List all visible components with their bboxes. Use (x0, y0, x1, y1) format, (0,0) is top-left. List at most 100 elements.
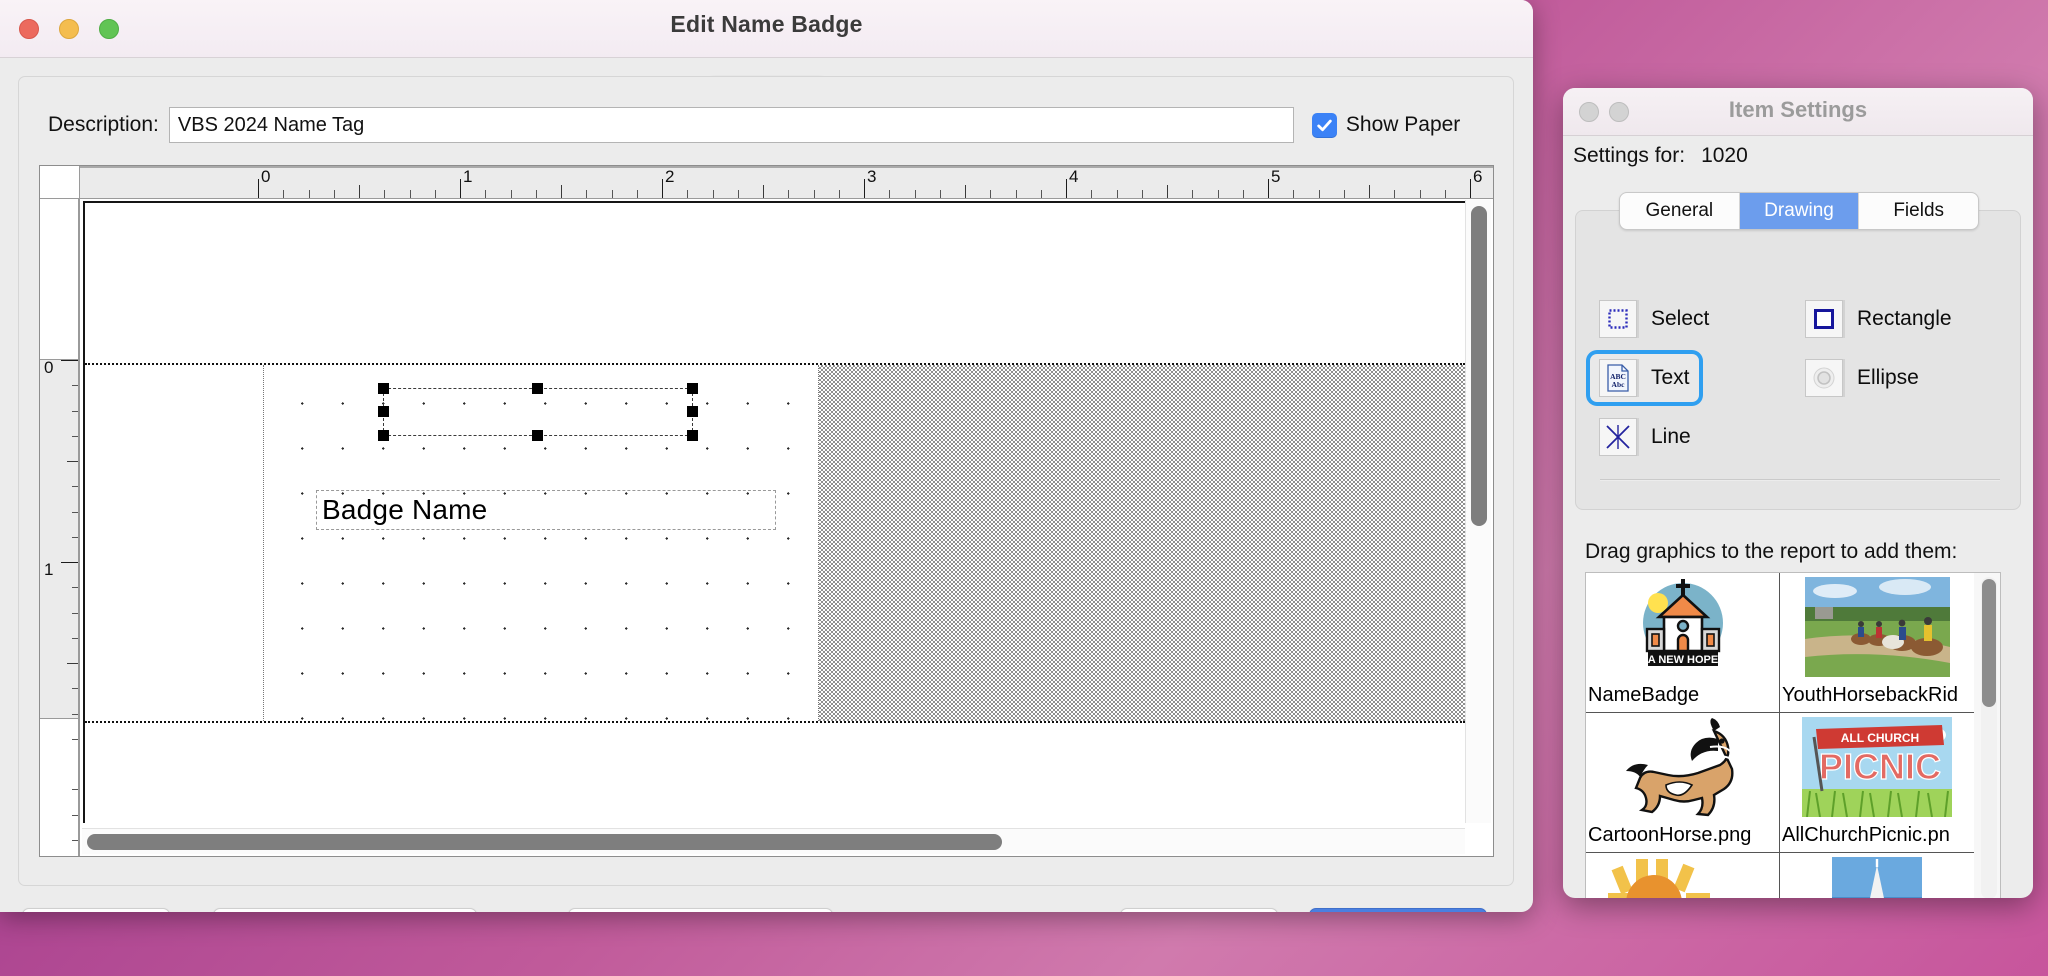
graphic-item[interactable] (1780, 853, 1974, 898)
ruler-tick (1041, 190, 1042, 198)
tool-select-label: Select (1651, 307, 1709, 331)
all-church-picnic-thumbnail: ALL CHURCH PICNIC (1780, 715, 1974, 819)
graphic-item[interactable]: YouthHorsebackRid (1780, 573, 1974, 713)
save-button[interactable]: Save (1309, 908, 1487, 912)
design-canvas[interactable]: 0123456 01 (39, 165, 1494, 857)
ruler-tick (1268, 179, 1269, 198)
graphic-item[interactable]: SUMMER (1586, 853, 1780, 898)
ruler-tick (72, 815, 80, 816)
ruler-tick (738, 190, 739, 198)
tool-line[interactable]: Line (1590, 413, 1700, 461)
canvas-vertical-scrollbar-thumb[interactable] (1471, 206, 1487, 526)
svg-text:PICNIC: PICNIC (1819, 746, 1941, 787)
ruler-label: 0 (44, 358, 53, 378)
selected-text-object[interactable] (383, 388, 693, 436)
settings-for-label: Settings for: (1573, 144, 1685, 167)
tool-select[interactable]: Select (1590, 295, 1718, 343)
content-panel: Description: Show Paper 0123456 01 (18, 76, 1514, 886)
ruler-tick (1243, 190, 1244, 198)
ruler-tick (1091, 190, 1092, 198)
badge-name-text-object[interactable]: Badge Name (316, 490, 776, 530)
tool-text[interactable]: ABC Abc Text (1590, 354, 1699, 402)
resize-handle-top-left[interactable] (378, 383, 389, 394)
ruler-tick (72, 411, 80, 412)
resize-handle-top-right[interactable] (687, 383, 698, 394)
show-paper-label: Show Paper (1346, 113, 1460, 137)
canvas-vertical-scrollbar[interactable] (1465, 200, 1491, 823)
ruler-tick (72, 486, 80, 487)
graphics-grid: A NEW HOPE NameBadge (1586, 573, 1974, 898)
ruler-tick (536, 190, 537, 198)
gallery-scrollbar-thumb[interactable] (1982, 579, 1996, 707)
resize-handle-middle-left[interactable] (378, 406, 389, 417)
resize-handle-top-center[interactable] (532, 383, 543, 394)
tab-drawing[interactable]: Drawing (1740, 193, 1860, 229)
gallery-scrollbar[interactable] (1981, 577, 1997, 898)
ruler-tick (511, 190, 512, 198)
tool-ellipse[interactable]: Ellipse (1796, 354, 1928, 402)
ruler-tick (1420, 190, 1421, 198)
ruler-tick (72, 688, 80, 689)
canvas-horizontal-scrollbar-thumb[interactable] (87, 834, 1002, 850)
resize-handle-middle-right[interactable] (687, 406, 698, 417)
paper-sheet: Badge Name (83, 201, 1465, 823)
cancel-button[interactable]: Cancel (1120, 908, 1278, 912)
revert-button[interactable]: Revert (22, 908, 170, 912)
tool-rectangle[interactable]: Rectangle (1796, 295, 1961, 343)
description-label: Description: (48, 113, 159, 137)
ruler-tick (460, 179, 461, 198)
show-paper-checkbox[interactable] (1312, 113, 1337, 138)
graphic-name: CartoonHorse.png (1588, 820, 1779, 850)
graphic-item[interactable]: CartoonHorse.png (1586, 713, 1780, 853)
label-cell[interactable]: Badge Name (263, 365, 819, 721)
ruler-tick (384, 190, 385, 198)
ruler-tick (814, 190, 815, 198)
ruler-tick (1218, 190, 1219, 198)
resize-handle-bottom-left[interactable] (378, 430, 389, 441)
resize-handle-bottom-right[interactable] (687, 430, 698, 441)
ellipse-icon (1805, 359, 1843, 397)
tool-rectangle-label: Rectangle (1857, 307, 1952, 331)
description-row: Description: Show Paper (19, 105, 1513, 145)
ruler-tick (334, 190, 335, 198)
resize-handle-bottom-center[interactable] (532, 430, 543, 441)
canvas-horizontal-scrollbar[interactable] (82, 828, 1465, 854)
ruler-tick (72, 714, 80, 715)
ruler-tick (788, 190, 789, 198)
edit-name-badge-window: Edit Name Badge Design Description: Show… (0, 0, 1533, 912)
graphic-item[interactable]: ALL CHURCH PICNIC AllChurchPicnic.pn (1780, 713, 1974, 853)
ruler-tick (612, 190, 613, 198)
ruler-tick (1293, 190, 1294, 198)
ruler-tick (915, 190, 916, 198)
tab-general[interactable]: General (1620, 193, 1740, 229)
graphic-name: YouthHorsebackRid (1782, 680, 1974, 710)
ruler-label: 0 (261, 167, 270, 187)
drawing-surface[interactable]: Badge Name (82, 200, 1465, 823)
ruler-tick (1344, 190, 1345, 198)
ruler-tick (72, 587, 80, 588)
vertical-ruler: 01 (40, 199, 80, 856)
ruler-tick (1319, 190, 1320, 198)
tab-fields[interactable]: Fields (1859, 193, 1978, 229)
ruler-tick (1066, 179, 1067, 198)
text-abc-icon: ABC Abc (1599, 359, 1637, 397)
settings-tab-group[interactable]: General Drawing Fields (1619, 192, 1979, 230)
ruler-tick (940, 190, 941, 198)
ruler-tick (309, 190, 310, 198)
svg-text:A NEW HOPE: A NEW HOPE (1647, 654, 1718, 666)
graphic-name: NameBadge (1588, 680, 1779, 710)
ruler-tick (864, 179, 865, 198)
graphics-gallery[interactable]: A NEW HOPE NameBadge (1585, 572, 2001, 898)
ruler-tick (67, 461, 80, 462)
item-settings-titlebar: Item Settings (1563, 88, 2033, 136)
settings-for-value: 1020 (1701, 144, 1748, 167)
label-setup-button[interactable]: Label Setup (213, 908, 477, 912)
item-settings-button[interactable]: Item Settings (568, 908, 833, 912)
tool-line-label: Line (1651, 425, 1691, 449)
graphic-item[interactable]: A NEW HOPE NameBadge (1586, 573, 1780, 713)
description-input[interactable] (169, 107, 1294, 143)
ruler-tick (1445, 190, 1446, 198)
ruler-tick (72, 613, 80, 614)
show-paper-checkbox-group[interactable]: Show Paper (1312, 113, 1460, 138)
item-settings-title: Item Settings (1563, 97, 2033, 123)
